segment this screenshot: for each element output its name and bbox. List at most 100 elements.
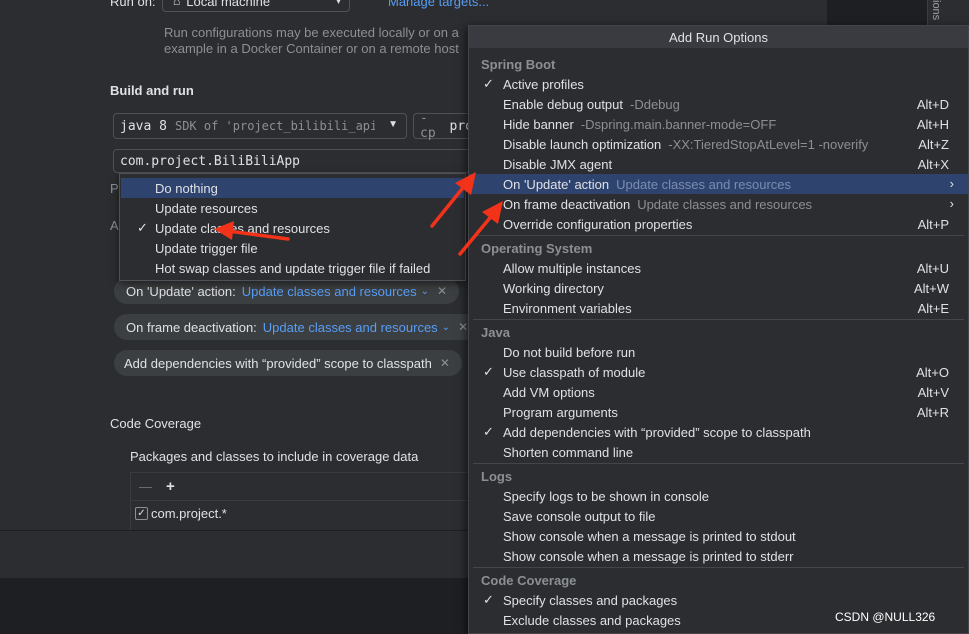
menu-item[interactable]: On 'Update' action Update classes and res…: [469, 174, 968, 194]
classpath-combo[interactable]: -cp pro: [413, 111, 473, 141]
menu-item[interactable]: Environment variables Alt+E: [469, 298, 968, 318]
menu-item[interactable]: Disable JMX agent Alt+X: [469, 154, 968, 174]
menu-item-shortcut: Alt+O: [916, 365, 949, 380]
checkmark-icon: ✓: [483, 592, 494, 607]
menu-item[interactable]: Enable debug output -Ddebug Alt+D: [469, 94, 968, 114]
dropdown-triangle-icon: ▼: [388, 119, 398, 130]
menu-item-label: Show console when a message is printed t…: [503, 548, 794, 564]
menu-item[interactable]: Working directory Alt+W: [469, 278, 968, 298]
add-run-options-menu: Add Run Options Spring Boot ✓ Active profi…: [468, 25, 969, 634]
menu-item-shortcut: Alt+H: [916, 117, 949, 132]
truncated-label-a: A: [110, 218, 119, 233]
menu-item[interactable]: Disable launch optimization -XX:TieredSto…: [469, 134, 968, 154]
main-class-field[interactable]: com.project.BiliBiliApp: [113, 149, 473, 173]
menu-separator: [473, 567, 964, 568]
menu-item-label: Java: [481, 324, 510, 340]
menu-item-label: Hide banner: [503, 116, 574, 132]
menu-item[interactable]: ✓ Add dependencies with “provided” scope …: [469, 422, 968, 442]
menu-section-header: Operating System: [469, 238, 968, 258]
menu-item[interactable]: Hide banner -Dspring.main.banner-mode=OFF…: [469, 114, 968, 134]
menu-item-label: Allow multiple instances: [503, 260, 642, 276]
menu-item[interactable]: Save console output to file: [469, 506, 968, 526]
coverage-table: — + ✓ com.project.*: [130, 472, 470, 530]
menu-item-label: On frame deactivation: [503, 196, 631, 212]
tool-window-label[interactable]: ions: [930, 0, 942, 20]
chevron-down-icon[interactable]: ⌄: [421, 286, 429, 297]
checkmark-icon: ✓: [137, 220, 148, 235]
run-on-label: Run on:: [110, 0, 156, 9]
jdk-value: java 8: [120, 118, 167, 134]
packages-label: Packages and classes to include in cover…: [130, 449, 419, 464]
popup-item-label: Update classes and resources: [155, 220, 330, 236]
chevron-down-icon[interactable]: ⌄: [442, 322, 450, 333]
menu-item[interactable]: ✓ Use classpath of module Alt+O: [469, 362, 968, 382]
popup-item[interactable]: Update trigger file: [121, 238, 464, 258]
menu-item-label: Spring Boot: [481, 56, 556, 72]
menu-item-shortcut: Alt+U: [916, 261, 949, 276]
menu-item[interactable]: Program arguments Alt+R: [469, 402, 968, 422]
menu-item[interactable]: Override configuration properties Alt+P: [469, 214, 968, 234]
run-on-value: Local machine: [186, 0, 271, 9]
popup-item[interactable]: ✓ Update classes and resources: [121, 218, 464, 238]
close-icon[interactable]: ✕: [440, 356, 450, 370]
chip-provided-scope[interactable]: Add dependencies with “provided” scope t…: [114, 350, 462, 376]
build-and-run-heading: Build and run: [110, 83, 194, 98]
menu-item[interactable]: Show console when a message is printed t…: [469, 526, 968, 546]
menu-item[interactable]: ✓ Specify classes and packages: [469, 590, 968, 610]
menu-item[interactable]: Allow multiple instances Alt+U: [469, 258, 968, 278]
chip-value[interactable]: Update classes and resources: [263, 320, 438, 335]
popup-item[interactable]: Do nothing: [121, 178, 464, 198]
chip-label: On frame deactivation:: [126, 319, 257, 335]
menu-item[interactable]: On frame deactivation Update classes and …: [469, 194, 968, 214]
checkmark-icon: ✓: [483, 364, 494, 379]
menu-item-label: Add dependencies with “provided” scope t…: [503, 424, 811, 440]
add-icon[interactable]: +: [166, 478, 175, 495]
menu-item-shortcut: Alt+E: [917, 301, 949, 316]
menu-item-label: Operating System: [481, 240, 593, 256]
menu-item-label: Show console when a message is printed t…: [503, 528, 796, 544]
coverage-toolbar: — +: [131, 473, 469, 501]
menu-separator: [473, 463, 964, 464]
menu-item-shortcut: Alt+W: [913, 281, 949, 296]
watermark: CSDN @NULL326: [835, 610, 936, 624]
menu-item[interactable]: ✓ Active profiles: [469, 74, 968, 94]
menu-item[interactable]: Specify logs to be shown in console: [469, 486, 968, 506]
manage-targets-link[interactable]: Manage targets...: [388, 0, 489, 9]
chevron-right-icon: ›: [949, 196, 954, 211]
popup-item[interactable]: Hot swap classes and update trigger file…: [121, 258, 464, 278]
menu-item[interactable]: Shorten command line: [469, 442, 968, 462]
run-on-help-line-1: Run configurations may be executed local…: [164, 25, 459, 40]
close-icon[interactable]: ✕: [458, 320, 468, 334]
menu-item-label: Override configuration properties: [503, 216, 693, 232]
menu-item-label: Program arguments: [503, 404, 618, 420]
jdk-combo[interactable]: java 8 SDK of 'project_bilibili_api' m ▼: [113, 113, 407, 139]
run-on-combo[interactable]: ⌂ Local machine ▾: [162, 0, 350, 12]
home-icon: ⌂: [173, 0, 181, 8]
cp-prefix: -cp: [420, 111, 436, 141]
code-coverage-heading: Code Coverage: [110, 416, 202, 431]
chip-frame-deactivation[interactable]: On frame deactivation: Update classes an…: [114, 314, 481, 340]
checkbox-checked-icon[interactable]: ✓: [135, 506, 148, 520]
menu-item-label: Active profiles: [503, 76, 584, 92]
menu-item-label: Shorten command line: [503, 444, 634, 460]
menu-item-hint: Update classes and resources: [637, 196, 813, 212]
menu-item-label: Exclude classes and packages: [503, 612, 681, 628]
menu-item[interactable]: Add VM options Alt+V: [469, 382, 968, 402]
menu-item[interactable]: Do not build before run: [469, 342, 968, 362]
remove-icon[interactable]: —: [139, 479, 152, 494]
chip-value[interactable]: Update classes and resources: [242, 284, 417, 299]
chip-update-action[interactable]: On 'Update' action: Update classes and r…: [114, 278, 460, 304]
menu-item[interactable]: Show console when a message is printed t…: [469, 546, 968, 566]
update-action-popup: Do nothing Update resources ✓ Update classe…: [119, 173, 466, 281]
menu-item-shortcut: Alt+Z: [918, 137, 949, 152]
popup-item-label: Hot swap classes and update trigger file…: [155, 260, 431, 276]
menu-item-shortcut: Alt+D: [916, 97, 949, 112]
menu-item-hint: -Dspring.main.banner-mode=OFF: [580, 116, 777, 132]
coverage-row[interactable]: ✓ com.project.*: [131, 501, 469, 525]
popup-item[interactable]: Update resources: [121, 198, 464, 218]
menu-item-label: Save console output to file: [503, 508, 656, 524]
popup-item-label: Update resources: [155, 200, 258, 216]
popup-item-label: Update trigger file: [155, 240, 258, 256]
menu-separator: [473, 319, 964, 320]
close-icon[interactable]: ✕: [437, 284, 447, 298]
